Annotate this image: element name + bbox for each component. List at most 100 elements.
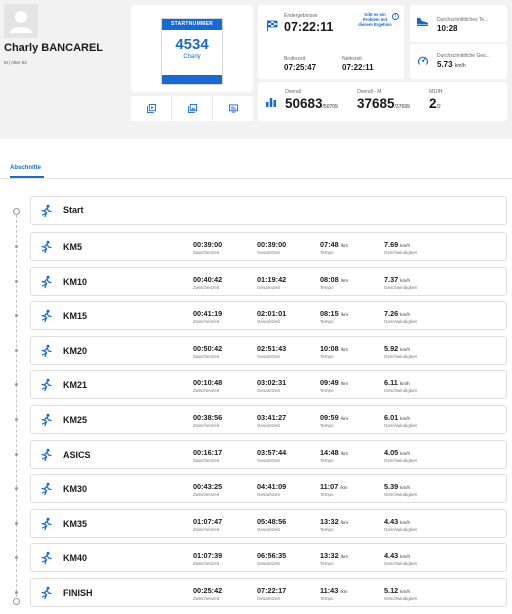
speed-cell: 6.01 km/h Geschwindigkeit bbox=[384, 413, 417, 428]
speed-unit: km/h bbox=[400, 520, 410, 525]
total-time-label: Gesamtzeit bbox=[257, 561, 280, 566]
split-name: KM15 bbox=[63, 311, 88, 321]
pace-cell: 08:08 /km Tempo bbox=[320, 275, 348, 290]
speed-label: Geschwindigkeit bbox=[384, 561, 417, 566]
gross-time-value: 07:25:47 bbox=[284, 63, 317, 72]
split-row[interactable]: KM5 00:39:00 Zwischenzeit 00:39:00 Gesamtzei… bbox=[30, 232, 507, 261]
bar-chart-icon bbox=[266, 98, 276, 107]
split-row[interactable]: ASICS 00:16:17 Zwischenzeit 03:57:44 Gesamtz… bbox=[30, 440, 507, 469]
pace-cell: 11:07 /km Tempo bbox=[320, 482, 348, 497]
total-time-cell: 04:41:09 Gesamtzeit bbox=[257, 482, 286, 497]
split-time: 00:10:48 bbox=[193, 378, 223, 387]
final-result-time: 07:22:11 bbox=[284, 20, 334, 34]
split-row[interactable]: KM30 00:43:25 Zwischenzeit 04:41:09 Gesamtze… bbox=[30, 474, 507, 503]
speed-cell: 4.43 km/h Geschwindigkeit bbox=[384, 517, 417, 532]
pace-value-line: 07:48 /km bbox=[320, 240, 348, 249]
speed-label: Geschwindigkeit bbox=[384, 458, 417, 463]
speed-label: Geschwindigkeit bbox=[384, 596, 417, 601]
photo-gallery-icon bbox=[146, 104, 156, 113]
runner-icon bbox=[41, 344, 52, 358]
pace-cell: 11:43 /km Tempo bbox=[320, 586, 348, 601]
bib-footer-stripe bbox=[162, 75, 222, 84]
certificate-button[interactable] bbox=[172, 96, 213, 121]
speed-cell: 6.11 km/h Geschwindigkeit bbox=[384, 378, 417, 393]
certificate-icon bbox=[187, 104, 197, 113]
speed-value: 6.01 bbox=[384, 413, 399, 422]
split-time: 00:50:42 bbox=[193, 344, 223, 353]
timeline-node bbox=[15, 453, 18, 456]
overall-rank-label: Overall bbox=[285, 89, 301, 95]
pace-value: 13:32 bbox=[320, 517, 339, 526]
pace-unit: /km bbox=[340, 278, 348, 283]
speed-value-line: 5.12 km/h bbox=[384, 586, 417, 595]
pace-value-line: 08:08 /km bbox=[320, 275, 348, 284]
pace-label: Tempo bbox=[320, 285, 334, 290]
split-time-cell: 00:50:42 Zwischenzeit bbox=[193, 344, 222, 359]
split-time: 00:25:42 bbox=[193, 586, 223, 595]
start-row[interactable]: Start bbox=[30, 196, 507, 225]
runner-icon bbox=[41, 309, 52, 323]
pace-unit: /km bbox=[340, 312, 348, 317]
split-time-label: Zwischenzeit bbox=[193, 388, 220, 393]
split-name: KM21 bbox=[63, 380, 88, 390]
pace-value-line: 11:07 /km bbox=[320, 482, 348, 491]
average-tempo-card: Durchschnittliches Te... 10:28 bbox=[410, 5, 507, 42]
split-name: KM40 bbox=[63, 553, 88, 563]
overall-rank-value: 50683 bbox=[285, 96, 323, 111]
split-name: ASICS bbox=[63, 450, 91, 460]
total-time: 02:51:43 bbox=[257, 344, 287, 353]
total-time-cell: 07:22:17 Gesamtzeit bbox=[257, 586, 286, 601]
share-screen-button[interactable] bbox=[213, 96, 253, 121]
split-row[interactable]: KM21 00:10:48 Zwischenzeit 03:02:31 Gesamtze… bbox=[30, 370, 507, 399]
split-time: 00:16:17 bbox=[193, 448, 223, 457]
runner-icon bbox=[41, 378, 52, 392]
pace-value: 11:43 bbox=[320, 586, 339, 595]
total-time: 03:57:44 bbox=[257, 448, 287, 457]
split-row[interactable]: FINISH 00:25:42 Zwischenzeit 07:22:17 Gesamt… bbox=[30, 578, 507, 607]
user-silhouette-icon bbox=[10, 11, 32, 33]
speed-cell: 4.43 km/h Geschwindigkeit bbox=[384, 551, 417, 566]
total-time-label: Gesamtzeit bbox=[257, 250, 280, 255]
split-row[interactable]: KM10 00:40:42 Zwischenzeit 01:19:42 Gesamtze… bbox=[30, 267, 507, 296]
split-row[interactable]: KM20 00:50:42 Zwischenzeit 02:51:43 Gesamtze… bbox=[30, 336, 507, 365]
gender-rank-label: Overall - M bbox=[357, 89, 382, 95]
average-speed-unit: km/h bbox=[454, 63, 466, 69]
split-time-cell: 01:07:39 Zwischenzeit bbox=[193, 551, 222, 566]
info-icon[interactable]: i bbox=[392, 13, 399, 20]
split-row[interactable]: KM35 01:07:47 Zwischenzeit 05:48:56 Gesamtze… bbox=[30, 509, 507, 538]
split-name: KM20 bbox=[63, 346, 88, 356]
runner-icon bbox=[41, 551, 52, 565]
split-time: 01:07:47 bbox=[193, 517, 223, 526]
timeline-end-node bbox=[13, 598, 20, 605]
photo-gallery-button[interactable] bbox=[131, 96, 172, 121]
split-time: 01:07:39 bbox=[193, 551, 223, 560]
split-row[interactable]: KM15 00:41:19 Zwischenzeit 02:01:01 Gesamtze… bbox=[30, 301, 507, 330]
speed-value: 5.92 bbox=[384, 344, 399, 353]
split-time: 00:41:19 bbox=[193, 309, 223, 318]
total-time: 07:22:17 bbox=[257, 586, 287, 595]
speed-value-line: 5.39 km/h bbox=[384, 482, 417, 491]
speed-unit: km/h bbox=[400, 278, 410, 283]
pace-unit: /km bbox=[340, 589, 348, 594]
bib-number-tag: STARTNUMMER 4534 Charly bbox=[161, 18, 223, 85]
pace-cell: 10:08 /km Tempo bbox=[320, 344, 348, 359]
runner-icon bbox=[41, 586, 52, 600]
age-group-rank-label: M10H bbox=[429, 89, 443, 95]
report-problem-link[interactable]: Gibt es ein Problem mit diesem Ergebnis bbox=[356, 12, 394, 27]
pace-cell: 09:49 /km Tempo bbox=[320, 378, 348, 393]
split-row[interactable]: KM25 00:38:56 Zwischenzeit 03:41:27 Gesamtze… bbox=[30, 405, 507, 434]
bib-first-name: Charly bbox=[183, 54, 201, 60]
speed-value: 4.43 bbox=[384, 517, 399, 526]
speed-cell: 4.05 km/h Geschwindigkeit bbox=[384, 448, 417, 463]
split-row[interactable]: KM40 01:07:39 Zwischenzeit 06:56:35 Gesamtze… bbox=[30, 543, 507, 572]
pace-value-line: 08:15 /km bbox=[320, 309, 348, 318]
tab-sections[interactable]: Abschnitte bbox=[10, 165, 41, 171]
speed-value: 6.11 bbox=[384, 378, 398, 387]
total-time-cell: 02:01:01 Gesamtzeit bbox=[257, 309, 286, 324]
pace-cell: 09:59 /km Tempo bbox=[320, 413, 348, 428]
total-time-label: Gesamtzeit bbox=[257, 285, 280, 290]
pace-label: Tempo bbox=[320, 492, 334, 497]
speed-value: 4.05 bbox=[384, 448, 399, 457]
split-time-cell: 00:16:17 Zwischenzeit bbox=[193, 448, 222, 463]
pace-label: Tempo bbox=[320, 596, 334, 601]
